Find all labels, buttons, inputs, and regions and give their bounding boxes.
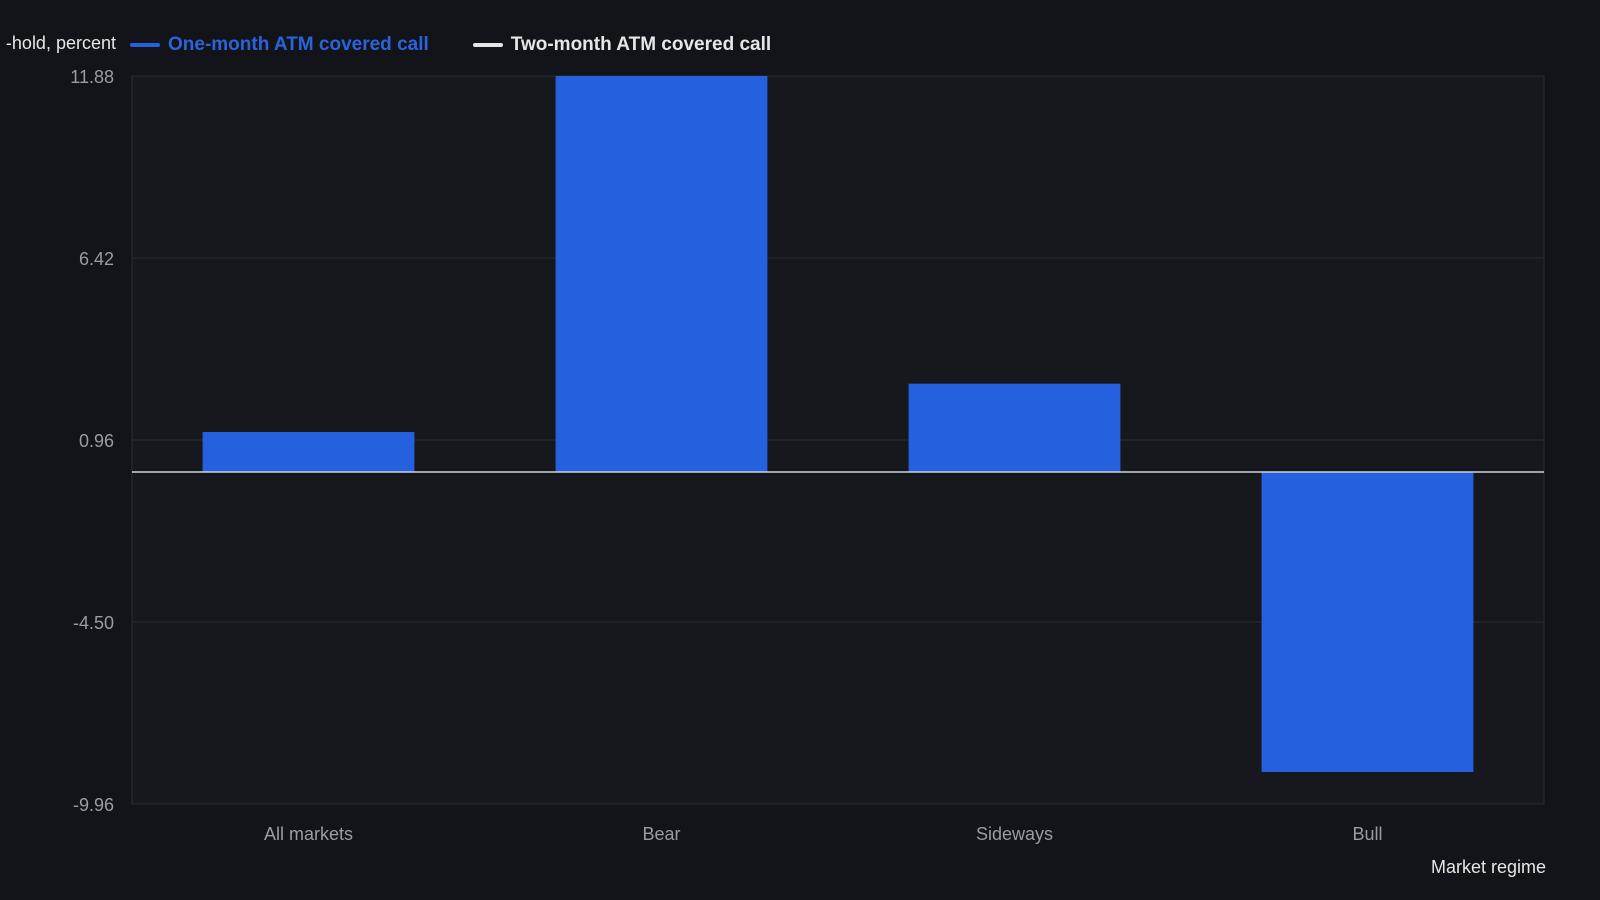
y-tick-label: 6.42 — [79, 249, 114, 269]
x-tick-label: All markets — [264, 824, 353, 844]
x-axis-title: Market regime — [1430, 857, 1546, 877]
y-tick-label: 11.88 — [70, 67, 114, 87]
x-tick-label: Bear — [642, 824, 680, 844]
y-tick-label: -9.96 — [73, 795, 114, 815]
y-tick-label: -4.50 — [73, 613, 114, 633]
x-tick-label: Bull — [1352, 824, 1382, 844]
bar-bull — [1261, 472, 1474, 772]
chart-container: -hold, percent One-month ATM covered cal… — [0, 0, 1600, 900]
x-tick-label: Sideways — [976, 824, 1053, 844]
bar-bear — [555, 76, 768, 472]
bar-all-markets — [202, 432, 415, 472]
bar-sideways — [908, 383, 1121, 472]
bar-chart: 11.88 6.42 0.96 -4.50 -9.96 All markets Bear Si… — [70, 67, 1545, 844]
y-tick-label: 0.96 — [79, 431, 114, 451]
